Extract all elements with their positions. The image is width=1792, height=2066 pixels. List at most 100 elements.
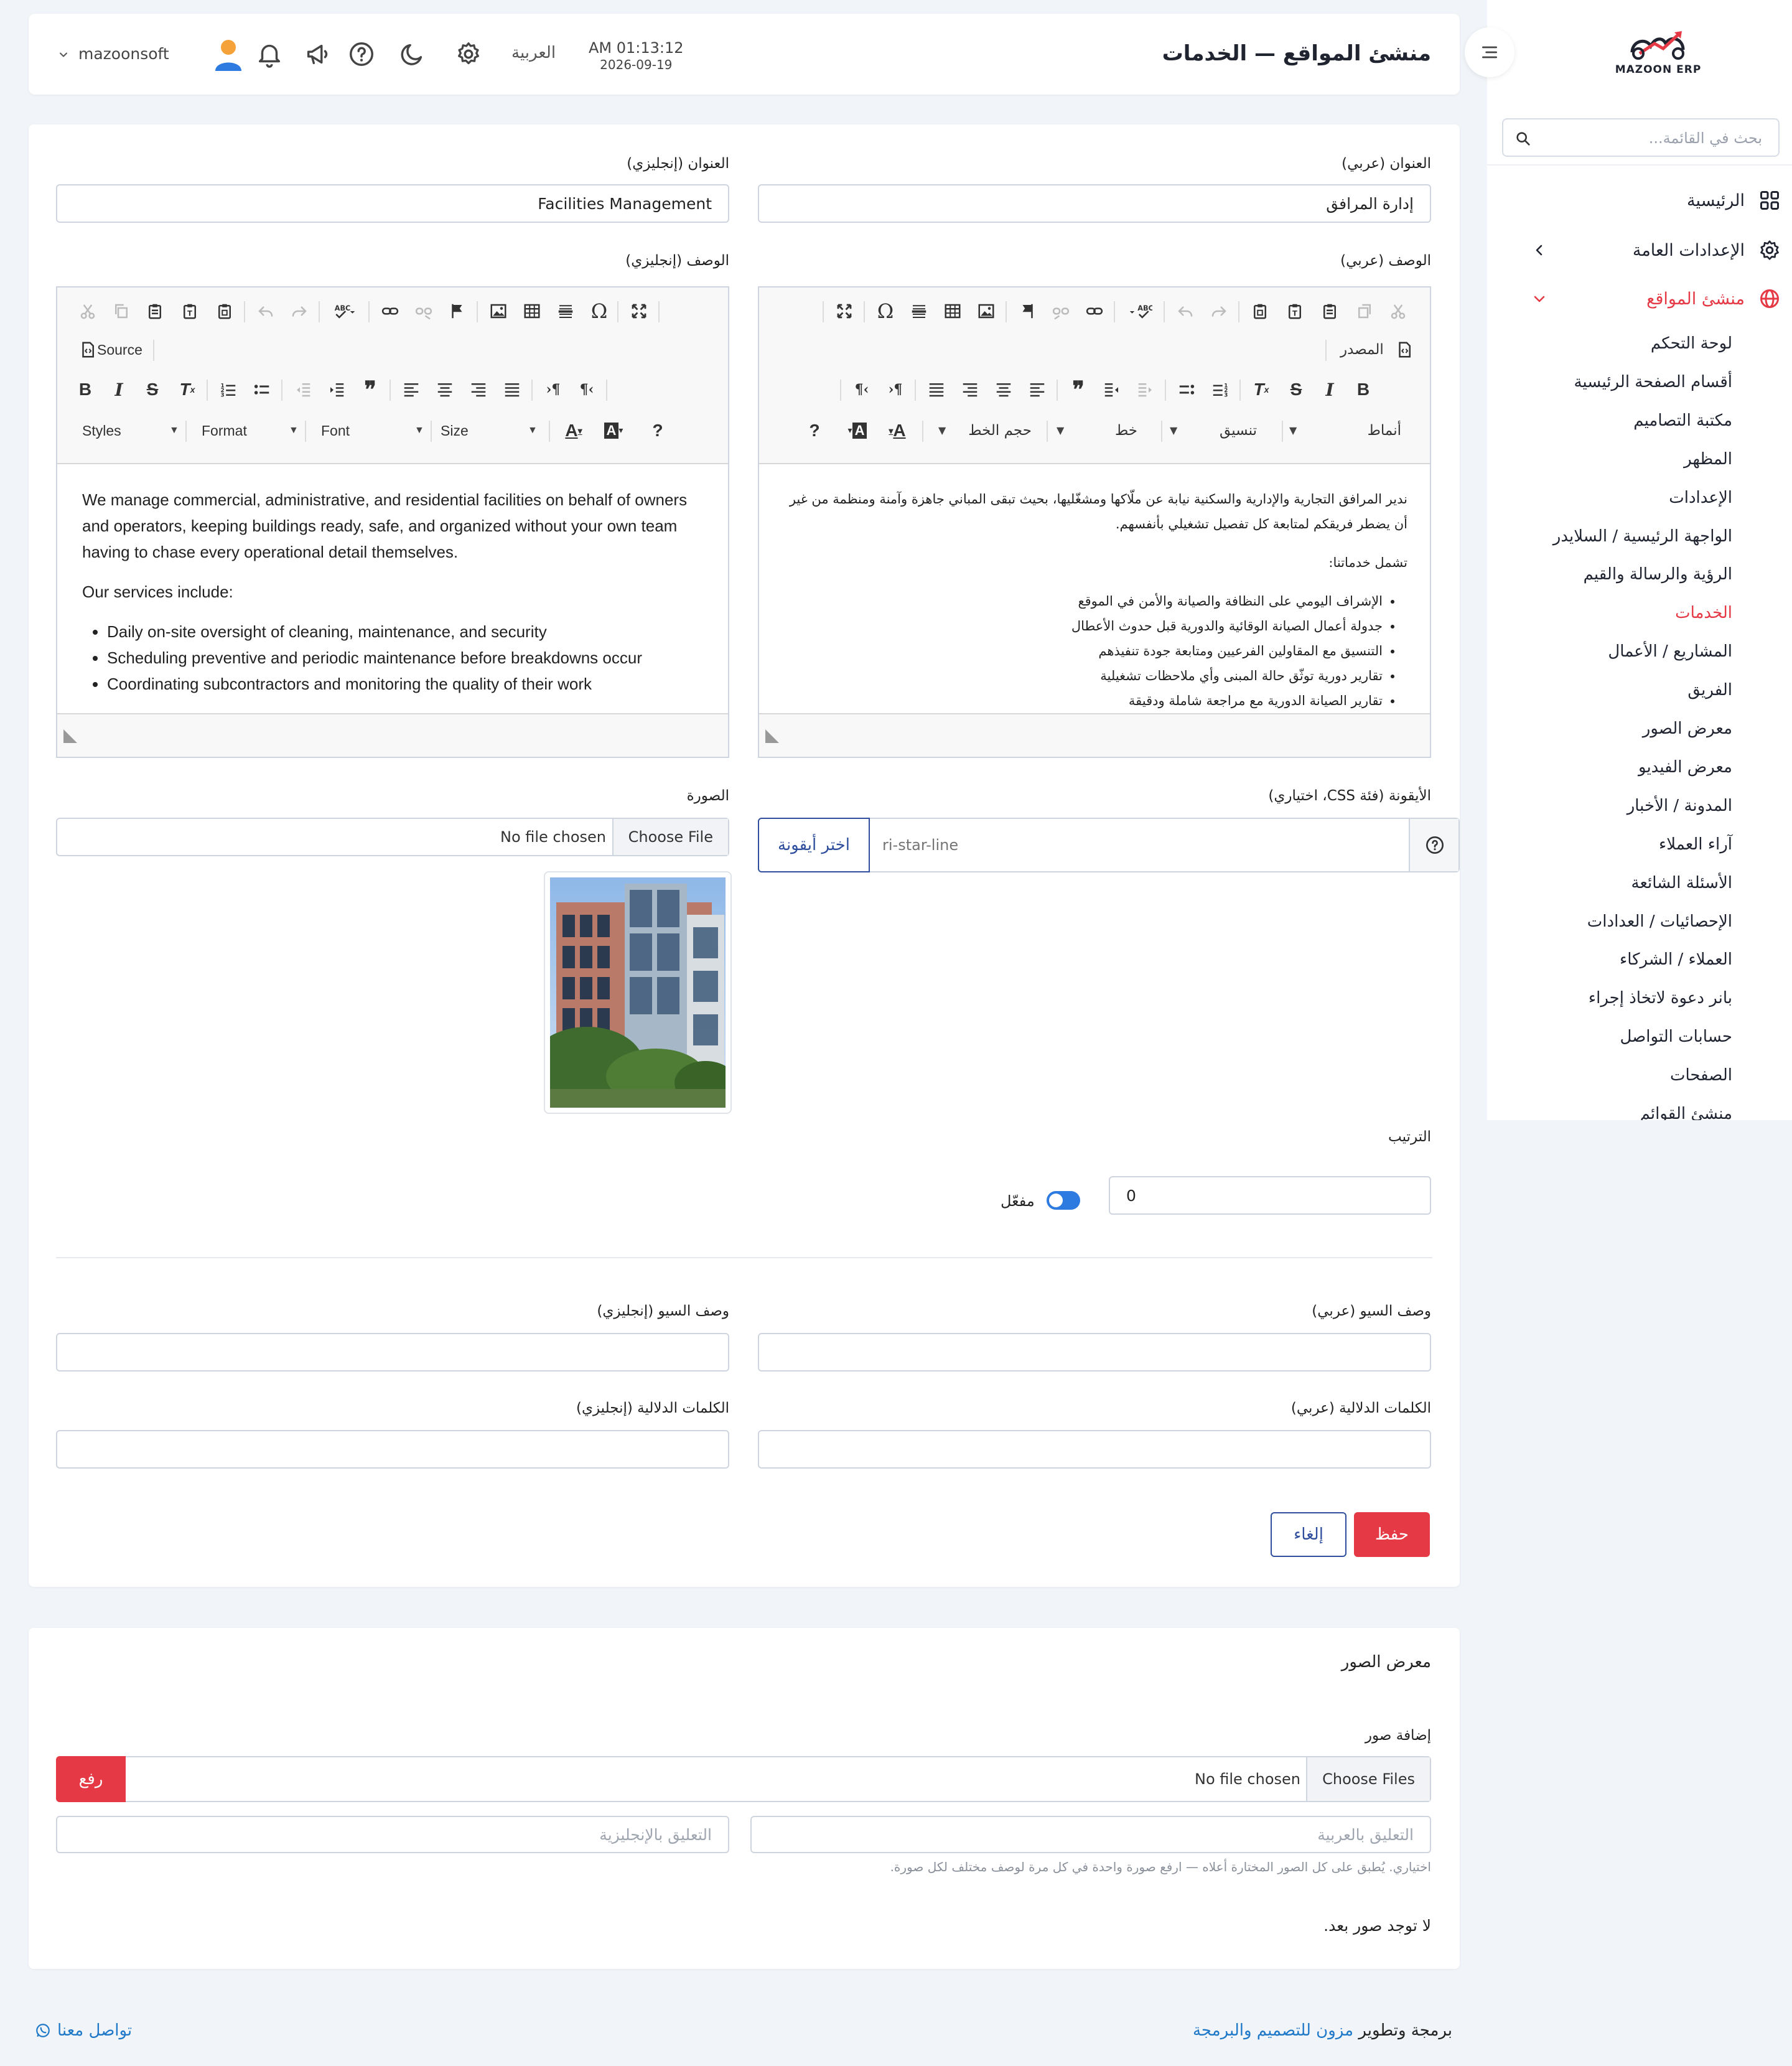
contact-us-link[interactable]: تواصل معنا <box>35 2021 132 2040</box>
caption-en-input[interactable] <box>56 1816 729 1853</box>
link-icon[interactable] <box>1079 294 1110 329</box>
paste-word-icon[interactable] <box>209 294 240 329</box>
sidebar-item-home[interactable]: الرئيسية <box>1507 182 1781 219</box>
redo-icon[interactable] <box>1203 294 1234 329</box>
image-icon[interactable] <box>971 294 1002 329</box>
keywords-en-input[interactable] <box>56 1430 729 1469</box>
size-dropdown[interactable]: Size ▼ <box>441 413 540 448</box>
gallery-file-input[interactable]: Choose Files No file chosen <box>124 1756 1431 1802</box>
bullet-list-icon[interactable] <box>246 372 278 407</box>
sidebar-subitem[interactable]: المدونة / الأخبار <box>1627 791 1732 821</box>
description-en-editor[interactable]: T ABC Ω Source B I S T x 1 2 3 ❞ ›¶ ¶‹ S… <box>56 286 729 758</box>
bold-button[interactable]: B <box>70 372 101 407</box>
paste-word-icon[interactable] <box>1244 294 1276 329</box>
ltr-icon[interactable]: ›¶ <box>538 372 569 407</box>
sidebar-subitem[interactable]: لوحة التحكم <box>1651 329 1732 358</box>
styles-dropdown[interactable]: Styles ▼ <box>82 413 182 448</box>
caption-ar-input[interactable] <box>750 1816 1431 1853</box>
settings-icon[interactable] <box>454 40 483 68</box>
blockquote-icon[interactable]: ❞ <box>1063 372 1094 407</box>
sidebar-subitem[interactable]: الفريق <box>1687 675 1732 705</box>
background-color-icon[interactable]: ▾ A <box>839 413 876 448</box>
help-icon[interactable] <box>347 40 376 68</box>
background-color-icon[interactable]: A ▾ <box>595 413 632 448</box>
copy-icon[interactable] <box>106 294 137 329</box>
notification-bell-icon[interactable] <box>255 40 284 68</box>
sidebar-subitem[interactable]: معرض الفيديو <box>1638 752 1732 782</box>
text-color-icon[interactable]: ▾ A <box>879 413 916 448</box>
sidebar-subitem[interactable]: الخدمات <box>1675 598 1732 628</box>
strikethrough-button[interactable]: S <box>137 372 168 407</box>
resize-grip-icon[interactable] <box>765 729 779 743</box>
cut-icon[interactable] <box>72 294 103 329</box>
sidebar-subitem[interactable]: العملاء / الشركاء <box>1620 945 1732 975</box>
format-dropdown[interactable]: Format ▼ <box>202 413 301 448</box>
redo-icon[interactable] <box>284 294 315 329</box>
unlink-icon[interactable] <box>1045 294 1076 329</box>
sidebar-subitem[interactable]: مكتبة التصاميم <box>1633 406 1732 436</box>
sidebar-toggle-button[interactable] <box>1465 27 1514 77</box>
outdent-icon[interactable] <box>1130 372 1161 407</box>
rtl-icon[interactable]: ¶‹ <box>571 372 602 407</box>
indent-icon[interactable] <box>1096 372 1127 407</box>
help-icon[interactable]: ? <box>799 413 830 448</box>
sidebar-subitem[interactable]: الواجهة الرئيسية / السلايدر <box>1553 521 1732 551</box>
sidebar-item-general-settings[interactable]: الإعدادات العامة <box>1507 231 1781 269</box>
align-right-icon[interactable] <box>463 372 494 407</box>
paste-text-icon[interactable]: T <box>1279 294 1310 329</box>
table-icon[interactable] <box>516 294 548 329</box>
paste-icon[interactable] <box>139 294 170 329</box>
sidebar-subitem[interactable]: الرؤية والرسالة والقيم <box>1584 559 1732 589</box>
blockquote-icon[interactable]: ❞ <box>355 372 386 407</box>
sidebar-subitem[interactable]: الأسئلة الشائعة <box>1631 868 1732 898</box>
font-dropdown[interactable]: Font ▼ <box>321 413 427 448</box>
font-dropdown[interactable]: خط ▼ <box>1057 413 1150 448</box>
user-name[interactable]: mazoonsoft <box>78 45 169 63</box>
anchor-flag-icon[interactable] <box>1012 294 1043 329</box>
sidebar-subitem[interactable]: بانر دعوة لاتخاذ إجراء <box>1589 983 1732 1013</box>
source-icon[interactable] <box>1389 332 1420 367</box>
unlink-icon[interactable] <box>408 294 439 329</box>
app-logo[interactable]: MAZOON ERP <box>1605 25 1711 81</box>
italic-button[interactable]: I <box>103 372 134 407</box>
anchor-flag-icon[interactable] <box>442 294 473 329</box>
outdent-icon[interactable] <box>287 372 319 407</box>
align-left-icon[interactable] <box>1022 372 1053 407</box>
align-center-icon[interactable] <box>988 372 1019 407</box>
special-char-icon[interactable]: Ω <box>870 294 901 329</box>
choose-files-button[interactable]: Choose Files <box>1306 1757 1430 1801</box>
resize-grip-icon[interactable] <box>63 729 77 743</box>
megaphone-icon[interactable] <box>304 40 332 68</box>
remove-format-button[interactable]: Tx <box>172 372 203 407</box>
size-dropdown[interactable]: حجم الخط ▼ <box>938 413 1038 448</box>
indent-icon[interactable] <box>321 372 352 407</box>
seo-desc-ar-input[interactable] <box>758 1333 1431 1372</box>
sidebar-subitem[interactable]: الإحصائيات / العدادات <box>1587 907 1732 937</box>
active-toggle[interactable] <box>1047 1191 1080 1210</box>
keywords-ar-input[interactable] <box>758 1430 1431 1469</box>
image-file-input[interactable]: Choose File No file chosen <box>56 818 729 856</box>
ltr-icon[interactable]: ›¶ <box>880 372 911 407</box>
sidebar-subitem[interactable]: حسابات التواصل <box>1620 1022 1732 1052</box>
sidebar-subitem[interactable]: المشاريع / الأعمال <box>1608 637 1732 666</box>
description-ar-editor[interactable]: Ω ABC T المصدر ¶‹ ›¶ ❞ 1 2 3 T x S I B ?… <box>758 286 1431 758</box>
numbered-list-icon[interactable]: 123 <box>213 372 244 407</box>
align-center-icon[interactable] <box>429 372 460 407</box>
maximize-icon[interactable] <box>623 294 655 329</box>
special-char-icon[interactable]: Ω <box>584 294 615 329</box>
undo-icon[interactable] <box>1170 294 1201 329</box>
text-color-icon[interactable]: A ▾ <box>555 413 592 448</box>
align-right-icon[interactable] <box>954 372 986 407</box>
sidebar-subitem[interactable]: منشئ القوائم <box>1640 1099 1732 1120</box>
link-icon[interactable] <box>375 294 406 329</box>
language-switch[interactable]: العربية <box>511 44 556 62</box>
image-icon[interactable] <box>483 294 514 329</box>
help-icon[interactable]: ? <box>642 413 673 448</box>
source-button[interactable]: Source <box>97 332 142 367</box>
spellcheck-icon[interactable]: ABC <box>1120 294 1160 329</box>
sidebar-subitem[interactable]: أقسام الصفحة الرئيسية <box>1574 367 1732 397</box>
sidebar-subitem[interactable]: الإعدادات <box>1669 483 1732 513</box>
remove-format-button[interactable]: Tx <box>1246 372 1277 407</box>
italic-button[interactable]: I <box>1314 372 1345 407</box>
copy-icon[interactable] <box>1349 294 1380 329</box>
